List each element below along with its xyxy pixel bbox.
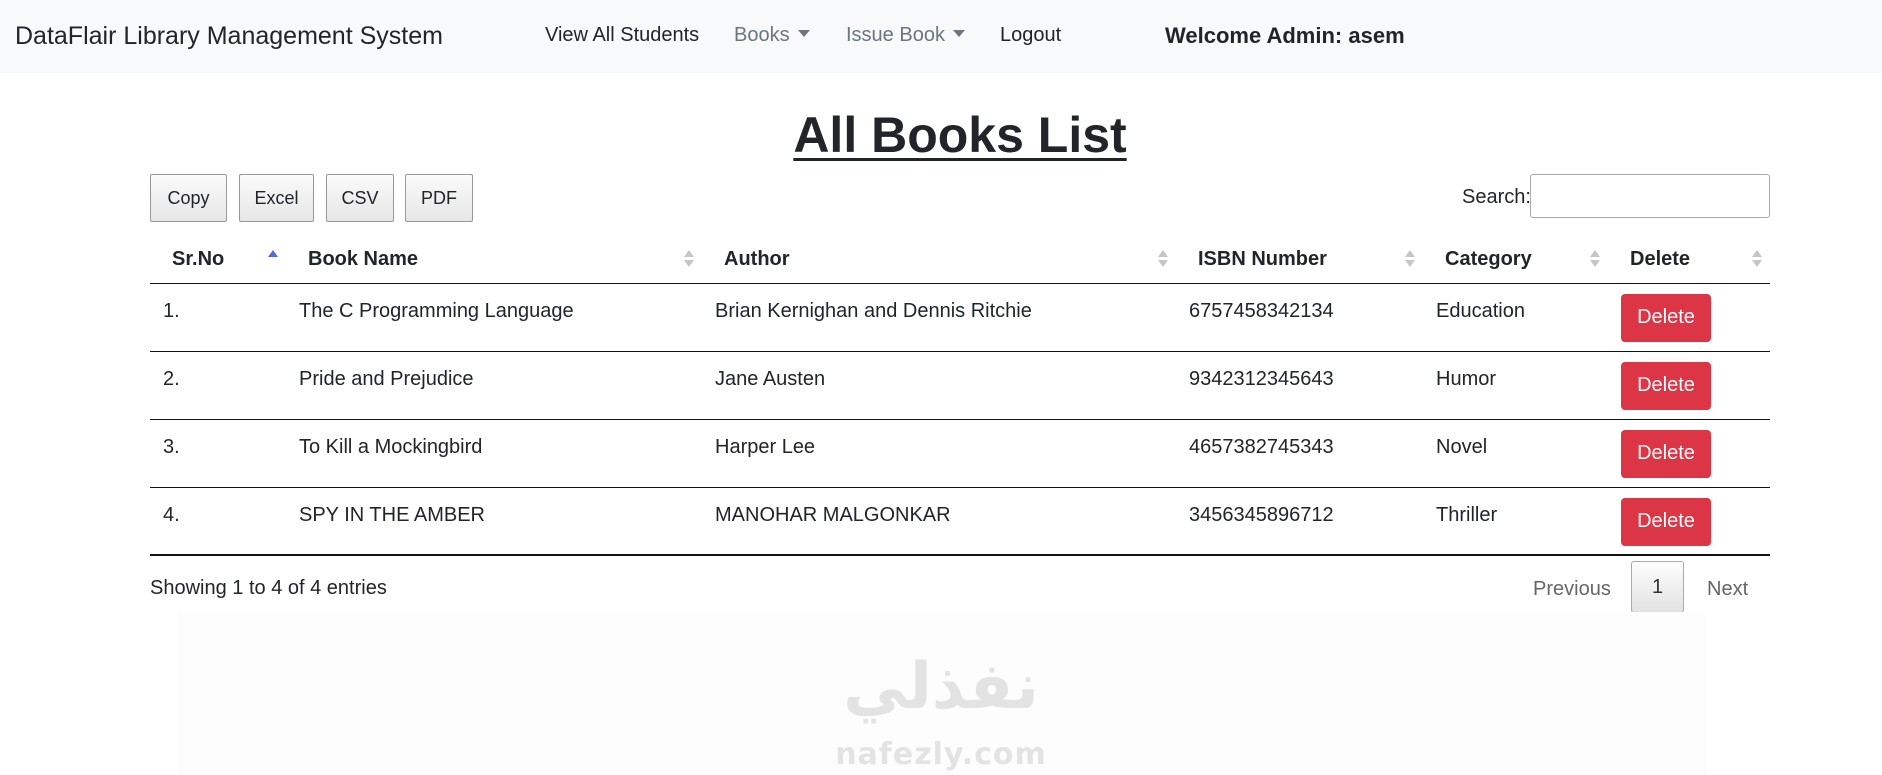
delete-button[interactable]: Delete xyxy=(1621,293,1711,342)
cell-category: Humor xyxy=(1423,351,1608,420)
table-info: Showing 1 to 4 of 4 entries xyxy=(150,577,387,599)
cell-isbn: 6757458342134 xyxy=(1176,283,1423,352)
sort-icon xyxy=(1405,250,1415,270)
books-table-container: Sr.No Book Name Author ISBN Number Categ… xyxy=(150,236,1770,556)
sort-icon xyxy=(1158,250,1168,270)
cell-isbn: 3456345896712 xyxy=(1176,487,1423,556)
chevron-down-icon xyxy=(797,30,810,37)
column-header-book-name[interactable]: Book Name xyxy=(286,236,702,284)
welcome-text: Welcome Admin: asem xyxy=(1165,23,1405,48)
cell-isbn: 9342312345643 xyxy=(1176,351,1423,420)
cell-book-name: To Kill a Mockingbird xyxy=(286,419,702,488)
column-header-label: ISBN Number xyxy=(1198,247,1327,270)
cell-book-name: The C Programming Language xyxy=(286,283,702,352)
nav-view-all-students[interactable]: View All Students xyxy=(545,24,699,47)
nav-books-label: Books xyxy=(734,24,790,46)
copy-button[interactable]: Copy xyxy=(150,174,227,222)
nav-issue-book-label: Issue Book xyxy=(846,24,945,46)
cell-delete: Delete xyxy=(1608,419,1770,488)
nav-logout[interactable]: Logout xyxy=(1000,24,1061,47)
nav-books-dropdown[interactable]: Books xyxy=(734,24,810,47)
delete-button[interactable]: Delete xyxy=(1621,361,1711,410)
cell-isbn: 4657382745343 xyxy=(1176,419,1423,488)
nav-issue-book-dropdown[interactable]: Issue Book xyxy=(846,24,965,47)
column-header-label: Book Name xyxy=(308,247,419,270)
search-label: Search: xyxy=(1462,186,1531,208)
cell-delete: Delete xyxy=(1608,487,1770,556)
column-header-delete[interactable]: Delete xyxy=(1608,236,1770,284)
brand-link[interactable]: DataFlair Library Management System xyxy=(15,22,443,51)
column-header-label: Category xyxy=(1445,247,1532,270)
chevron-down-icon xyxy=(952,30,965,37)
csv-button[interactable]: CSV xyxy=(326,174,394,222)
column-header-isbn[interactable]: ISBN Number xyxy=(1176,236,1423,284)
table-row: 1. The C Programming Language Brian Kern… xyxy=(150,283,1770,352)
pdf-button[interactable]: PDF xyxy=(405,174,473,222)
column-header-label: Sr.No xyxy=(172,247,225,270)
column-header-sr-no[interactable]: Sr.No xyxy=(150,236,286,284)
cell-delete: Delete xyxy=(1608,351,1770,420)
watermark-logo: نفذلي xyxy=(843,650,1039,724)
cell-sr-no: 2. xyxy=(150,351,286,420)
table-row: 2. Pride and Prejudice Jane Austen 93423… xyxy=(150,351,1770,420)
column-header-label: Author xyxy=(724,247,790,270)
sort-icon xyxy=(1590,250,1600,270)
table-row: 4. SPY IN THE AMBER MANOHAR MALGONKAR 34… xyxy=(150,487,1770,556)
pagination-previous[interactable]: Previous xyxy=(1533,578,1611,601)
books-table: Sr.No Book Name Author ISBN Number Categ… xyxy=(150,236,1770,556)
sort-icon xyxy=(1752,250,1762,270)
cell-author: Harper Lee xyxy=(702,419,1176,488)
pagination-page-1[interactable]: 1 xyxy=(1631,561,1684,613)
excel-button[interactable]: Excel xyxy=(239,174,314,222)
column-header-author[interactable]: Author xyxy=(702,236,1176,284)
cell-book-name: Pride and Prejudice xyxy=(286,351,702,420)
sort-ascending-icon xyxy=(268,250,278,270)
cell-sr-no: 3. xyxy=(150,419,286,488)
delete-button[interactable]: Delete xyxy=(1621,429,1711,478)
cell-author: MANOHAR MALGONKAR xyxy=(702,487,1176,556)
navbar: DataFlair Library Management System View… xyxy=(0,0,1882,73)
cell-book-name: SPY IN THE AMBER xyxy=(286,487,702,556)
delete-button[interactable]: Delete xyxy=(1621,497,1711,546)
search-input[interactable] xyxy=(1530,174,1770,218)
column-header-category[interactable]: Category xyxy=(1423,236,1608,284)
cell-author: Jane Austen xyxy=(702,351,1176,420)
sort-icon xyxy=(684,250,694,270)
cell-category: Novel xyxy=(1423,419,1608,488)
cell-author: Brian Kernighan and Dennis Ritchie xyxy=(702,283,1176,352)
table-row: 3. To Kill a Mockingbird Harper Lee 4657… xyxy=(150,419,1770,488)
page-title: All Books List xyxy=(793,107,1127,163)
pagination-next[interactable]: Next xyxy=(1707,578,1748,601)
cell-sr-no: 4. xyxy=(150,487,286,556)
watermark-text: nafezly.com xyxy=(835,737,1047,772)
table-header-row: Sr.No Book Name Author ISBN Number Categ… xyxy=(150,236,1770,284)
cell-delete: Delete xyxy=(1608,283,1770,352)
column-header-label: Delete xyxy=(1630,247,1691,270)
cell-sr-no: 1. xyxy=(150,283,286,352)
cell-category: Thriller xyxy=(1423,487,1608,556)
cell-category: Education xyxy=(1423,283,1608,352)
